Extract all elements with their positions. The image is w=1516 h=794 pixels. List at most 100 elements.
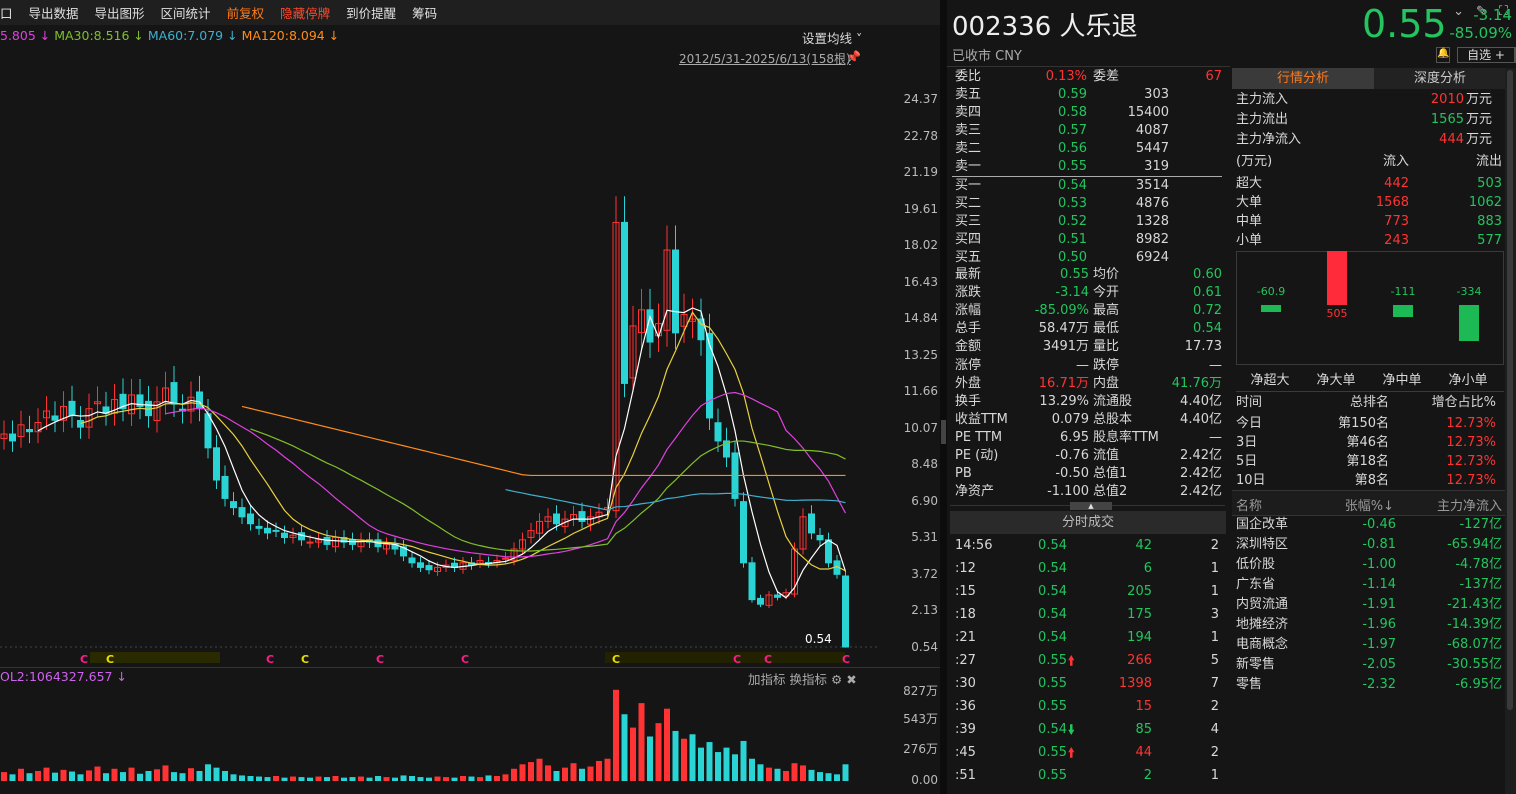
cell: -1.14 xyxy=(1362,577,1396,592)
cell: 第46名 xyxy=(1346,435,1389,450)
cell: 电商概念 xyxy=(1236,637,1289,652)
volume-bar xyxy=(26,773,33,781)
volume-bar xyxy=(723,747,730,781)
cell: 委比 xyxy=(955,69,982,84)
volume-bar xyxy=(545,765,551,781)
cell: 涨停 xyxy=(955,357,982,373)
toolbar-item[interactable]: 导出数据 xyxy=(29,3,79,22)
cell: 6 xyxy=(1143,561,1152,576)
volume-bar xyxy=(485,775,492,781)
volume-bar xyxy=(689,734,696,781)
candlestick-chart[interactable]: 0.54 C C C C C C C C C C xyxy=(0,66,940,666)
cell: 0.54 xyxy=(1038,607,1067,622)
cell: 503 xyxy=(1477,176,1502,191)
cell: 0.54 xyxy=(1193,321,1222,337)
candle xyxy=(578,511,586,522)
volume-bar xyxy=(341,777,347,781)
cell: 1328 xyxy=(1135,213,1169,229)
cell: 换手 xyxy=(955,393,982,409)
volume-bar xyxy=(672,730,679,781)
flow-table-head: (万元) 流入 流出 xyxy=(1234,153,1504,171)
stat-row: 涨停 — 跌停 — xyxy=(947,357,1230,375)
volume-bar xyxy=(417,777,424,781)
cell: 3日 xyxy=(1236,435,1258,450)
sector-sort-2[interactable]: 主力净流入 xyxy=(1402,495,1502,514)
cell: 442 xyxy=(1384,176,1409,191)
cell: :18 xyxy=(955,607,976,622)
volume-bar xyxy=(400,775,407,781)
candle xyxy=(417,562,424,568)
volume-bar xyxy=(647,736,653,781)
volume-bar xyxy=(732,754,738,781)
stat-row: PB -0.50 总值1 2.42亿 xyxy=(947,465,1230,483)
ask-row: 卖一 0.55 319 xyxy=(947,158,1230,176)
price-tick: 0.54 xyxy=(911,639,938,654)
cell: 17.73 xyxy=(1184,339,1222,355)
net-flow-label: 净中单 xyxy=(1382,373,1422,388)
bell-icon[interactable]: 🔔 xyxy=(1436,47,1450,63)
cell: 4.40亿 xyxy=(1180,411,1222,427)
ask-row: 卖五 0.59 303 xyxy=(947,86,1230,104)
cell: PB xyxy=(955,466,972,482)
volume-bar xyxy=(698,747,704,781)
volume-bar xyxy=(35,770,41,781)
gear-icon[interactable]: ⚙ xyxy=(831,672,842,687)
stat-row: 外盘 16.71万 内盘 41.76万 xyxy=(947,375,1230,393)
arrow-down-icon: 🠛 xyxy=(1068,723,1075,738)
switch-indicator-button[interactable]: 换指标 xyxy=(790,672,828,687)
date-range-label[interactable]: 2012/5/31-2025/6/13(158根) xyxy=(679,50,851,67)
toolbar-item[interactable]: 区间统计 xyxy=(161,3,211,22)
close-icon[interactable]: ✖ xyxy=(846,672,856,687)
cell: 175 xyxy=(1127,607,1152,622)
set-ma-button[interactable]: 设置均线 ˅ xyxy=(802,28,862,47)
cell: :36 xyxy=(955,699,976,714)
scrollbar[interactable] xyxy=(1505,68,1516,794)
trade-row: :15 0.54 205 1 xyxy=(947,583,1230,601)
volume-bar xyxy=(188,768,194,781)
fund-flow-row: 主力流入 2010 万元 xyxy=(1234,91,1504,109)
collapse-icon[interactable]: ▲ xyxy=(1070,502,1112,510)
toolbar-item[interactable]: 筹码 xyxy=(412,3,437,22)
add-indicator-button[interactable]: 加指标 xyxy=(748,672,786,687)
volume-bar xyxy=(749,758,755,781)
pin-icon[interactable]: 📌 xyxy=(846,50,861,64)
candle xyxy=(264,527,271,534)
price-tick: 14.84 xyxy=(903,311,938,325)
volume-bar xyxy=(664,708,670,781)
volume-bar xyxy=(222,770,228,781)
cell: 303 xyxy=(1144,87,1169,102)
volume-bar xyxy=(298,777,305,781)
toolbar-item[interactable]: 导出图形 xyxy=(95,3,145,22)
toolbar-item[interactable]: 口 xyxy=(0,3,13,22)
cell: -1.00 xyxy=(1362,557,1396,572)
cell: 买二 xyxy=(955,195,982,211)
signal-marker: C xyxy=(266,653,274,666)
volume-bar xyxy=(273,775,279,781)
toolbar-item[interactable]: 到价提醒 xyxy=(346,3,396,22)
last-price: 0.55 xyxy=(1362,2,1447,46)
volume-bar xyxy=(86,770,92,781)
volume-bar xyxy=(392,777,398,781)
quote-panel: 002336 人乐退 已收市 CNY 0.55 -3.14 -85.09% 🔔 … xyxy=(947,0,1516,794)
sector-sort-0[interactable]: 名称 xyxy=(1236,495,1316,514)
cell: 0.54 xyxy=(1038,538,1067,553)
tab-market-analysis[interactable]: 行情分析 xyxy=(1232,68,1374,89)
net-flow-label: 净大单 xyxy=(1316,373,1356,388)
candle xyxy=(672,249,679,334)
cell: 第8名 xyxy=(1354,473,1389,488)
cell: 16.71万 xyxy=(1038,375,1089,391)
sector-sort-1[interactable]: 张幅%↓ xyxy=(1322,495,1394,514)
chart-toolbar: 口导出数据 导出图形 区间统计 前复权 隐藏停牌 到价提醒 筹码 xyxy=(0,0,940,25)
price-tick: 2.13 xyxy=(911,603,938,617)
toolbar-item[interactable]: 前复权 xyxy=(227,3,265,22)
candle xyxy=(502,557,509,560)
sector-row: 零售 -2.32 -6.95亿 xyxy=(1234,676,1504,694)
toolbar-item[interactable]: 隐藏停牌 xyxy=(280,3,330,22)
cell: 0.72 xyxy=(1193,303,1222,319)
candle xyxy=(272,529,280,532)
candle xyxy=(51,415,59,421)
panel-splitter[interactable] xyxy=(940,0,947,794)
tab-depth-analysis[interactable]: 深度分析 xyxy=(1374,68,1506,89)
watchlist-button[interactable]: 自选 + xyxy=(1457,47,1515,63)
cell: 0.54 xyxy=(1038,722,1067,737)
